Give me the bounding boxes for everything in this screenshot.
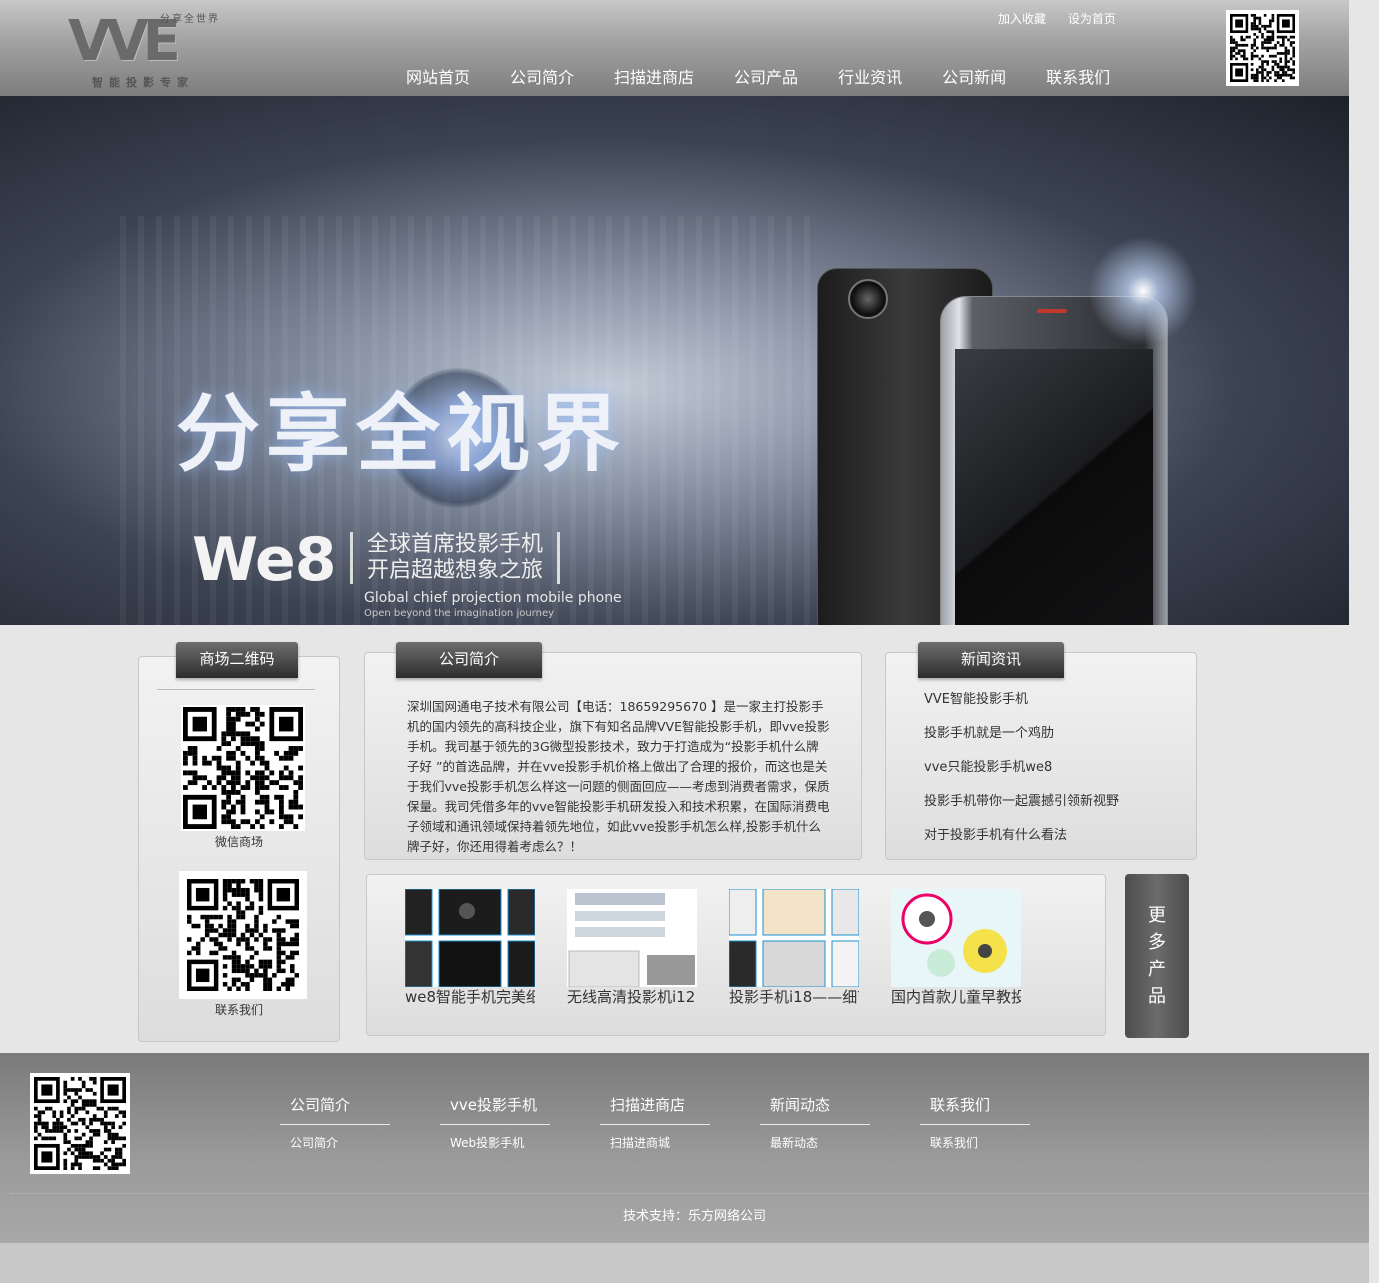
news-item[interactable]: 投影手机就是一个鸡肋: [924, 717, 1119, 751]
nav-company-news[interactable]: 公司新闻: [922, 66, 1026, 90]
header-qr-code: [1226, 10, 1299, 86]
tech-support-credit[interactable]: 技术支持：乐方网络公司: [0, 1205, 1379, 1224]
banner-tagline: 全球首席投影手机 开启超越想象之旅: [350, 532, 561, 584]
banner-english-2: Open beyond the imagination journey: [364, 608, 555, 619]
site-footer: 公司简介 公司简介 vve投影手机 Web投影手机 扫描进商店 扫描进商城 新闻…: [0, 1053, 1369, 1243]
banner-tagline-1: 全球首席投影手机: [367, 532, 544, 557]
footer-column-title[interactable]: vve投影手机: [440, 1093, 550, 1125]
intro-panel: 深圳国网通电子技术有限公司【电话：18659295670 】是一家主打投影手机的…: [364, 652, 862, 860]
footer-column: 联系我们 联系我们: [920, 1093, 1030, 1151]
footer-column-title[interactable]: 公司简介: [280, 1093, 390, 1125]
product-card[interactable]: we8智能手机完美细节: [405, 889, 535, 1011]
set-homepage-link[interactable]: 设为首页: [1068, 12, 1116, 26]
footer-qr-code: [30, 1073, 130, 1174]
contact-qr-code: [179, 871, 307, 999]
product-caption: we8智能手机完美细节: [405, 988, 535, 1006]
footer-column: vve投影手机 Web投影手机: [440, 1093, 550, 1151]
nav-scan-store[interactable]: 扫描进商店: [594, 66, 714, 90]
footer-column: 新闻动态 最新动态: [760, 1093, 870, 1151]
logo-subtitle: 智能投影专家: [92, 76, 194, 89]
qr-panel-title: 商场二维码: [176, 642, 298, 678]
footer-link[interactable]: 公司简介: [280, 1135, 390, 1151]
banner-model-name: We8: [192, 525, 336, 595]
site-header: VVE 分享全世界 智能投影专家 加入收藏 设为首页 网站首页 公司简介 扫描进…: [0, 0, 1349, 96]
nav-home[interactable]: 网站首页: [386, 66, 490, 90]
camera-lens: [848, 279, 888, 319]
add-favorite-link[interactable]: 加入收藏: [998, 12, 1046, 26]
news-item[interactable]: 对于投影手机有什么看法: [924, 819, 1119, 853]
footer-divider: [10, 1193, 1369, 1194]
news-item[interactable]: VVE智能投影手机: [924, 683, 1119, 717]
nav-contact[interactable]: 联系我们: [1026, 66, 1130, 90]
nav-about[interactable]: 公司简介: [490, 66, 594, 90]
footer-column: 公司简介 公司简介: [280, 1093, 390, 1151]
qr-panel: 微信商场 联系我们: [138, 656, 340, 1042]
vve-logo[interactable]: VVE 分享全世界 智能投影专家: [68, 10, 228, 90]
qr-caption-wechat-mall: 微信商场: [214, 835, 263, 849]
footer-link[interactable]: 最新动态: [760, 1135, 870, 1151]
footer-link[interactable]: Web投影手机: [440, 1135, 550, 1151]
product-card[interactable]: 国内首款儿童早教投影仪细节展示: [891, 889, 1021, 1011]
phone-speaker: [1037, 309, 1067, 313]
footer-link[interactable]: 联系我们: [920, 1135, 1030, 1151]
products-strip: we8智能手机完美细节 无线高清投影机i12: [366, 874, 1106, 1036]
product-thumbnail: [891, 889, 1021, 987]
light-flare: [1088, 236, 1198, 346]
banner-english-1: Global chief projection mobile phone: [364, 590, 622, 606]
main-nav: 网站首页 公司简介 扫描进商店 公司产品 行业资讯 公司新闻 联系我们: [386, 66, 1130, 90]
footer-column-title[interactable]: 扫描进商店: [600, 1093, 710, 1125]
intro-text: 深圳国网通电子技术有限公司【电话：18659295670 】是一家主打投影手机的…: [407, 699, 830, 854]
news-list: VVE智能投影手机 投影手机就是一个鸡肋 vve只能投影手机we8 投影手机带你…: [924, 683, 1119, 853]
banner-headline: 分享全视界: [176, 385, 627, 483]
qr-caption-contact: 联系我们: [214, 1003, 263, 1017]
footer-column-title[interactable]: 新闻动态: [760, 1093, 870, 1125]
product-caption: 国内首款儿童早教投影仪细节展示: [891, 988, 1021, 1006]
phone-screen: [955, 349, 1153, 625]
product-card[interactable]: 投影手机i18——细节成就完美: [729, 889, 859, 1011]
logo-slogan: 分享全世界: [160, 14, 220, 25]
product-thumbnail: [729, 889, 859, 987]
news-panel-title[interactable]: 新闻资讯: [918, 642, 1064, 678]
hero-banner[interactable]: 分享全视界 We8 全球首席投影手机 开启超越想象之旅 Global chief…: [0, 96, 1349, 625]
product-thumbnail: [405, 889, 535, 987]
nav-industry-news[interactable]: 行业资讯: [818, 66, 922, 90]
more-products-button[interactable]: 更多产品: [1125, 874, 1189, 1038]
product-caption: 无线高清投影机i12: [567, 988, 696, 1006]
nav-products[interactable]: 公司产品: [714, 66, 818, 90]
footer-column: 扫描进商店 扫描进商城: [600, 1093, 710, 1151]
logo-text: VVE: [68, 9, 181, 74]
news-item[interactable]: vve只能投影手机we8: [924, 751, 1119, 785]
footer-bottom-bar: [0, 1243, 1369, 1283]
product-caption: 投影手机i18——细节成就完美: [729, 988, 859, 1006]
news-panel: VVE智能投影手机 投影手机就是一个鸡肋 vve只能投影手机we8 投影手机带你…: [885, 652, 1197, 860]
product-card[interactable]: 无线高清投影机i12: [567, 889, 697, 1011]
panel-divider: [157, 689, 315, 690]
product-thumbnail: [567, 889, 697, 987]
banner-tagline-2: 开启超越想象之旅: [367, 558, 544, 583]
news-item[interactable]: 投影手机带你一起震撼引领新视野: [924, 785, 1119, 819]
wechat-mall-qr-code: [181, 705, 305, 831]
top-links: 加入收藏 设为首页: [998, 10, 1134, 27]
footer-column-title[interactable]: 联系我们: [920, 1093, 1030, 1125]
footer-link[interactable]: 扫描进商城: [600, 1135, 710, 1151]
intro-panel-title[interactable]: 公司简介: [396, 642, 542, 678]
